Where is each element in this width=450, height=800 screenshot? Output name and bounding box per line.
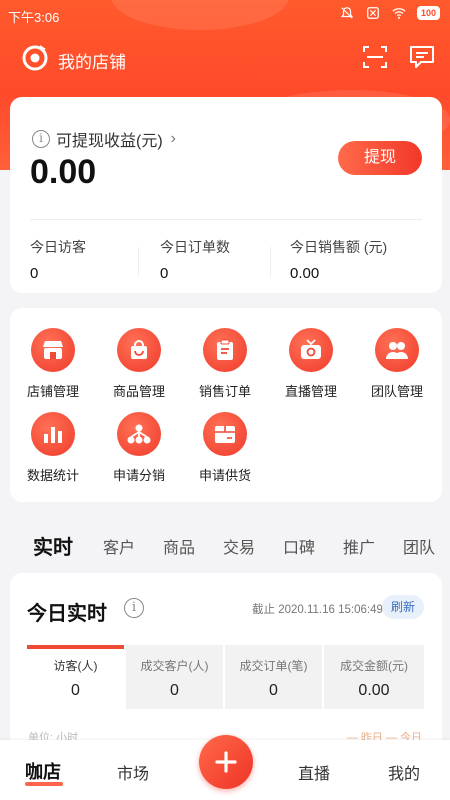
metric-visitors[interactable]: 访客(人) 0 <box>27 645 124 709</box>
top-bar: 我的店铺 <box>0 40 450 76</box>
stat-value: 0.00 <box>290 265 320 282</box>
func-sales-orders[interactable]: 销售订单 <box>182 328 268 400</box>
tab-customers[interactable]: 客户 <box>103 534 135 558</box>
stat-visitors: 今日访客 0 <box>30 237 150 282</box>
func-data-stats[interactable]: 数据统计 <box>10 412 96 484</box>
stat-label: 今日订单数 <box>160 239 230 255</box>
realtime-timestamp: 截止 2020.11.16 15:06:49 <box>252 604 383 616</box>
battery-indicator: 100 <box>416 6 440 20</box>
no-sim-icon <box>367 7 379 19</box>
metric-label: 访客(人) <box>53 659 98 673</box>
mute-bell-icon <box>340 7 354 19</box>
func-label: 团队管理 <box>370 384 423 399</box>
func-label: 申请供货 <box>198 468 251 483</box>
chevron-right-icon: › <box>170 130 176 147</box>
status-bar: 下午3:06 100 <box>0 0 450 30</box>
metric-orders[interactable]: 成交订单(笔) 0 <box>225 645 322 709</box>
supply-box-icon <box>203 412 247 456</box>
team-icon <box>375 328 419 372</box>
tab-realtime[interactable]: 实时 <box>33 531 73 560</box>
info-icon[interactable]: i <box>124 598 144 618</box>
divider <box>30 219 422 220</box>
tab-team[interactable]: 团队 <box>403 534 435 558</box>
function-grid: 店铺管理 商品管理 销售订单 直播管理 团队管理 数据统计 申请分销 申请供货 <box>10 308 442 502</box>
tab-transactions[interactable]: 交易 <box>223 534 255 558</box>
func-store-manage[interactable]: 店铺管理 <box>10 328 96 400</box>
metric-value: 0 <box>170 682 179 699</box>
message-icon[interactable] <box>408 44 436 70</box>
nav-item-shop[interactable]: 咖店 <box>25 758 61 784</box>
metric-label: 成交金额(元) <box>340 659 408 673</box>
stat-value: 0 <box>160 265 169 282</box>
func-apply-distribution[interactable]: 申请分销 <box>96 412 182 484</box>
nav-item-live[interactable]: 直播 <box>298 760 330 784</box>
add-button[interactable] <box>199 735 253 789</box>
order-icon <box>203 328 247 372</box>
earnings-label: 可提现收益(元) <box>56 133 163 150</box>
earnings-label-row[interactable]: i 可提现收益(元) › <box>32 127 176 151</box>
stat-orders: 今日订单数 0 <box>160 237 280 282</box>
stat-sales: 今日销售额 (元) 0.00 <box>290 237 430 282</box>
metric-label: 成交客户(人) <box>140 659 209 673</box>
refresh-button[interactable]: 刷新 <box>382 595 424 619</box>
func-apply-supply[interactable]: 申请供货 <box>182 412 268 484</box>
func-label: 数据统计 <box>26 468 79 483</box>
plus-icon <box>215 751 237 773</box>
func-label: 销售订单 <box>198 384 251 399</box>
metric-label: 成交订单(笔) <box>239 659 308 673</box>
store-logo-icon <box>22 45 48 71</box>
stat-label: 今日销售额 (元) <box>290 239 388 255</box>
scan-icon[interactable] <box>362 44 388 70</box>
metric-value: 0.00 <box>358 682 390 699</box>
tab-products[interactable]: 商品 <box>163 534 195 558</box>
metric-amount[interactable]: 成交金额(元) 0.00 <box>324 645 424 709</box>
stat-label: 今日访客 <box>30 239 86 255</box>
func-live-manage[interactable]: 直播管理 <box>268 328 354 400</box>
metric-value: 0 <box>269 682 278 699</box>
stat-value: 0 <box>30 265 39 282</box>
func-label: 商品管理 <box>112 384 165 399</box>
page-title: 我的店铺 <box>58 53 126 72</box>
nav-item-mine[interactable]: 我的 <box>388 760 420 784</box>
metric-customers[interactable]: 成交客户(人) 0 <box>126 645 223 709</box>
divider <box>270 247 271 277</box>
bag-icon <box>117 328 161 372</box>
tab-promotion[interactable]: 推广 <box>343 534 375 558</box>
wifi-icon <box>392 8 406 19</box>
analytics-tabs: 实时 客户 商品 交易 口碑 推广 团队 <box>0 528 450 562</box>
store-icon <box>31 328 75 372</box>
nav-active-indicator <box>25 782 63 786</box>
network-icon <box>117 412 161 456</box>
realtime-title: 今日实时 <box>27 603 107 625</box>
realtime-card: 今日实时 i 截止 2020.11.16 15:06:49 刷新 访客(人) 0… <box>10 573 442 753</box>
info-icon[interactable]: i <box>32 130 50 148</box>
func-label: 申请分销 <box>112 468 165 483</box>
func-label: 直播管理 <box>284 384 337 399</box>
earnings-amount: 0.00 <box>30 153 97 191</box>
tv-icon <box>289 328 333 372</box>
nav-item-market[interactable]: 市场 <box>117 760 149 784</box>
earnings-card: i 可提现收益(元) › 0.00 提现 今日访客 0 今日订单数 0 今日销售… <box>10 97 442 293</box>
metric-value: 0 <box>71 682 80 699</box>
func-label: 店铺管理 <box>26 384 79 399</box>
divider <box>138 247 139 277</box>
bar-chart-icon <box>31 412 75 456</box>
func-team-manage[interactable]: 团队管理 <box>354 328 440 400</box>
withdraw-button[interactable]: 提现 <box>338 141 422 175</box>
func-product-manage[interactable]: 商品管理 <box>96 328 182 400</box>
tab-reputation[interactable]: 口碑 <box>283 534 315 558</box>
status-time: 下午3:06 <box>8 10 60 25</box>
bottom-nav: 咖店 市场 直播 我的 <box>0 735 450 800</box>
